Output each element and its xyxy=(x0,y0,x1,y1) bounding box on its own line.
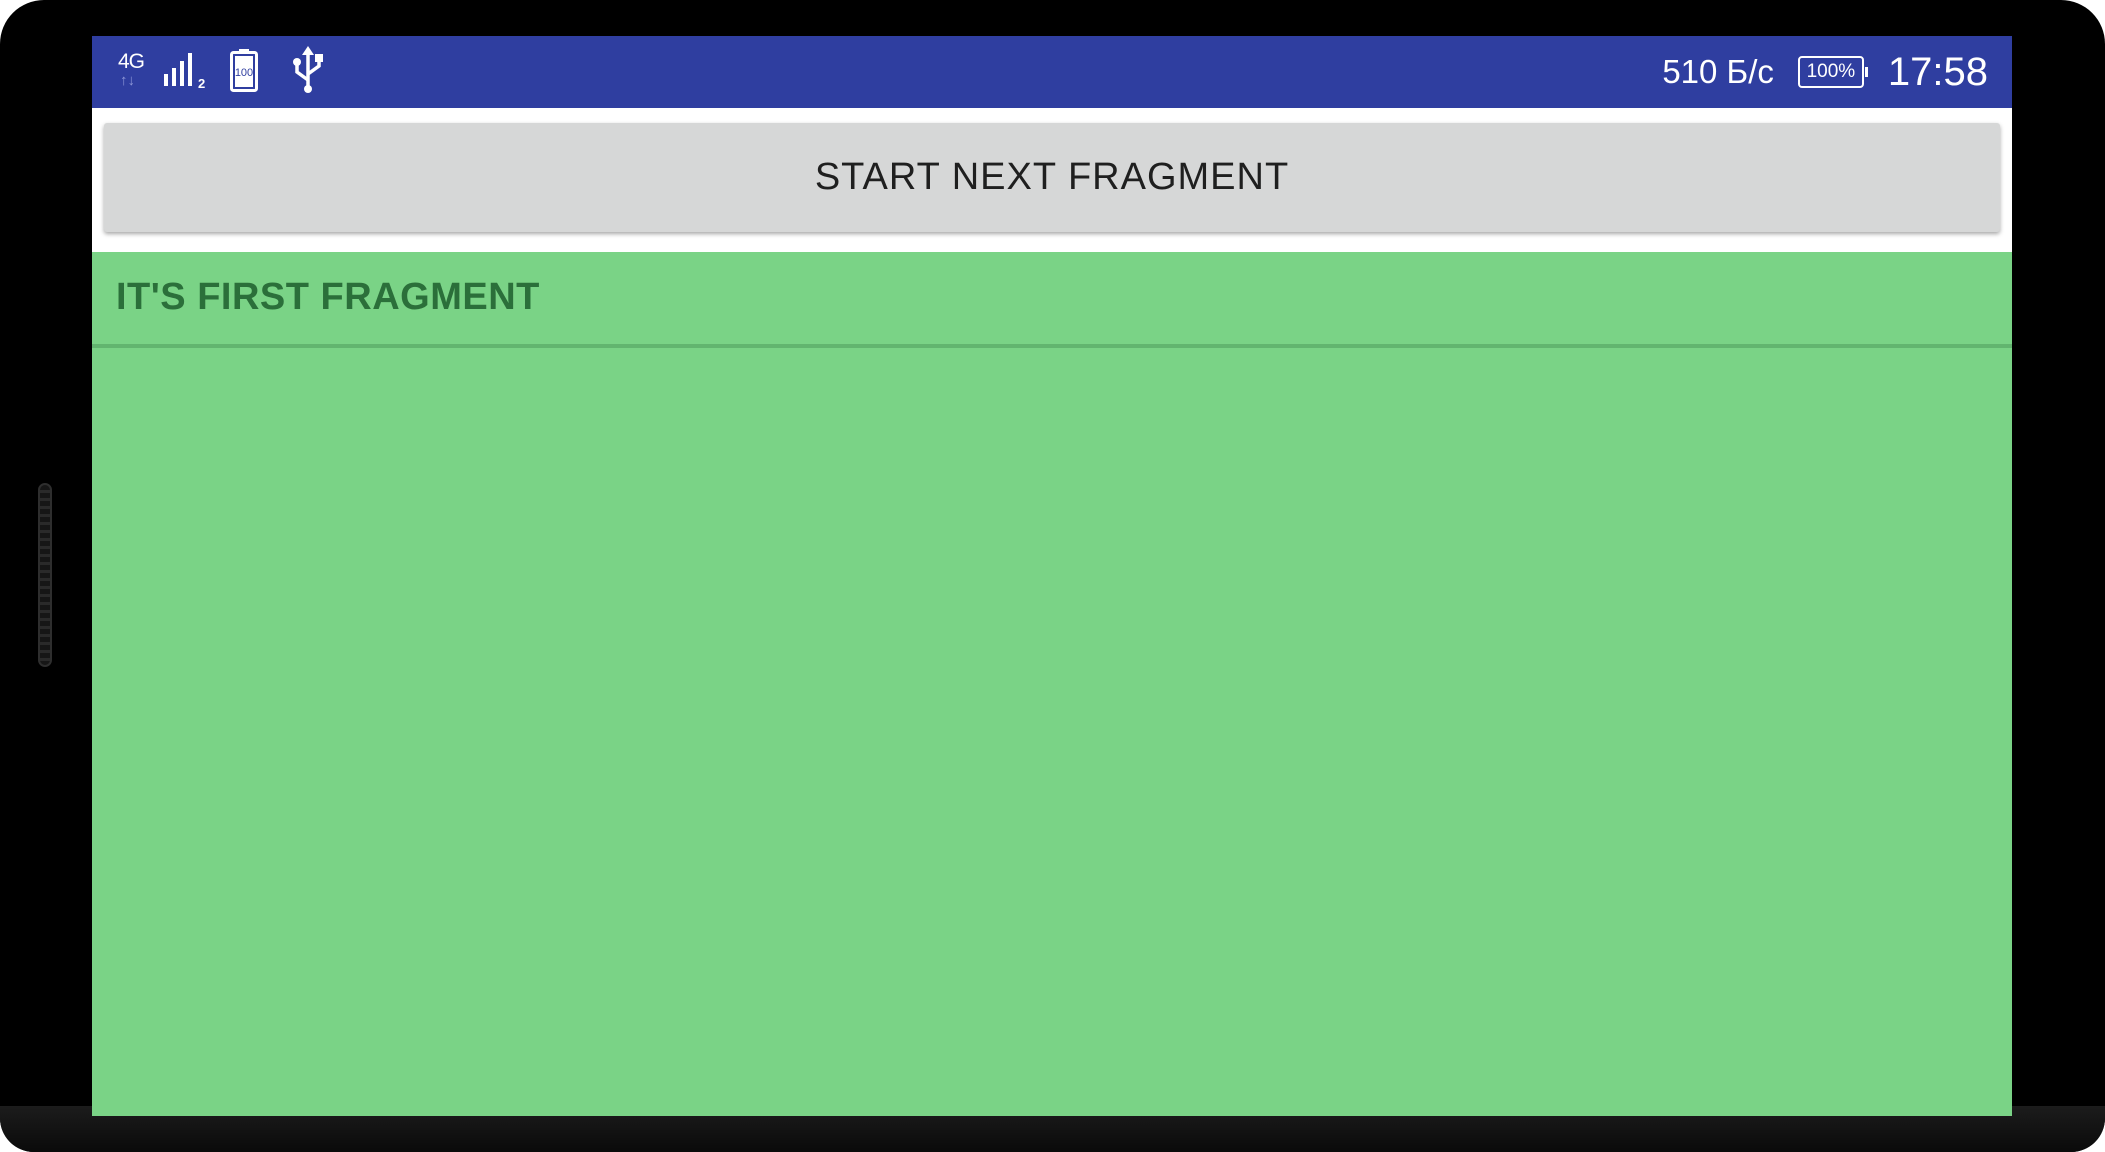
status-info-right: 510 Б/с 100% 17:58 xyxy=(1662,36,1988,108)
battery-icon-level: 100 xyxy=(235,67,253,79)
network-4g-icon: 4G ↑↓ xyxy=(118,50,152,94)
network-speed: 510 Б/с xyxy=(1662,53,1774,90)
fragment-title: IT'S FIRST FRAGMENT xyxy=(116,276,540,318)
network-arrows-icon: ↑↓ xyxy=(120,72,135,89)
status-icons-left: 4G ↑↓ 2 100 xyxy=(118,36,328,108)
signal-strength-icon: 2 xyxy=(164,50,212,95)
side-speaker-grille xyxy=(38,483,52,667)
first-fragment-container: IT'S FIRST FRAGMENT xyxy=(92,252,2012,1116)
device-screen: 4G ↑↓ 2 100 510 Б/с 100% 17:58 START NEX… xyxy=(92,36,2012,1116)
battery-icon: 100 xyxy=(230,48,258,97)
signal-sim-label: 2 xyxy=(198,76,205,90)
network-type-label: 4G xyxy=(118,50,145,73)
button-container: START NEXT FRAGMENT xyxy=(92,108,2012,252)
status-clock: 17:58 xyxy=(1887,49,1988,94)
start-next-fragment-button[interactable]: START NEXT FRAGMENT xyxy=(104,123,2000,232)
status-bar: 4G ↑↓ 2 100 510 Б/с 100% 17:58 xyxy=(92,36,2012,108)
usb-icon xyxy=(288,45,328,99)
battery-percent-indicator: 100% xyxy=(1797,56,1868,88)
device-frame: 4G ↑↓ 2 100 510 Б/с 100% 17:58 START NEX… xyxy=(0,0,2105,1152)
fragment-divider xyxy=(92,344,2012,348)
